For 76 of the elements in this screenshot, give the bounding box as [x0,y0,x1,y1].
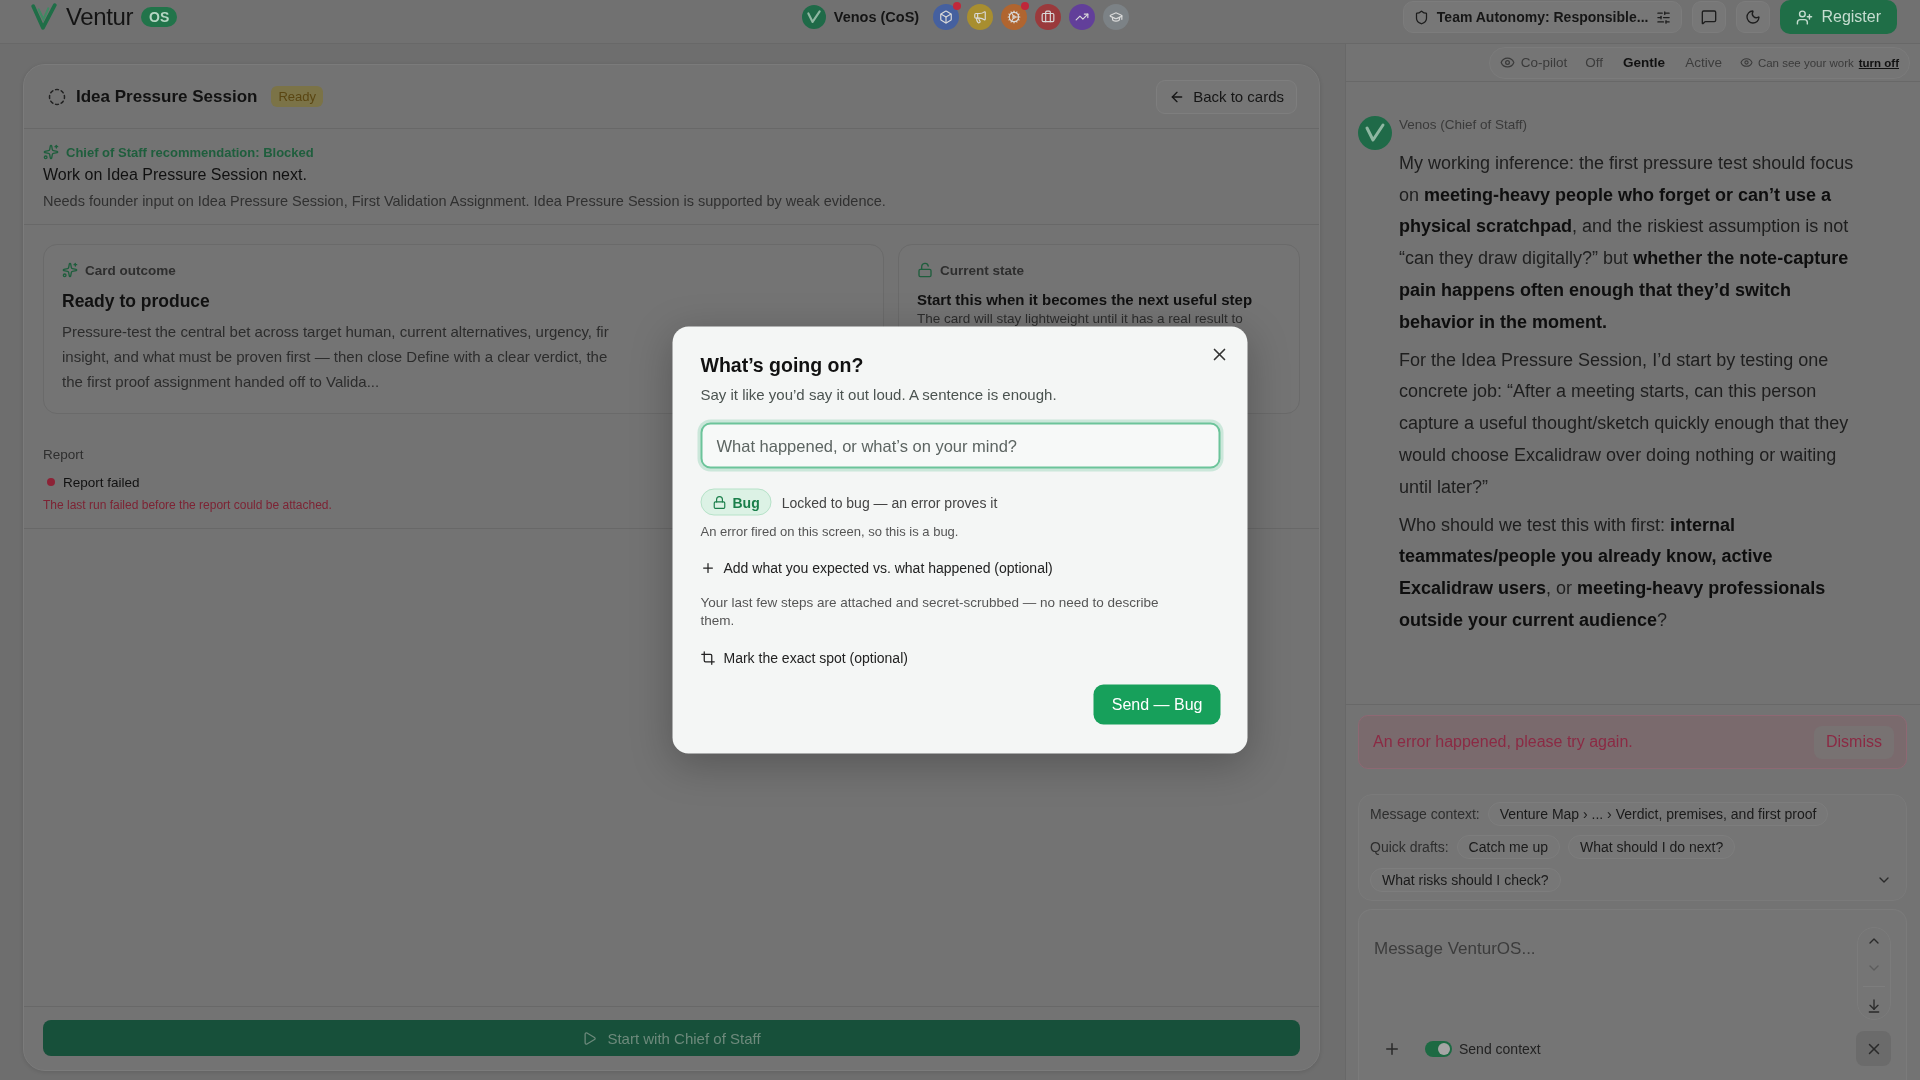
report-label: Report [43,446,84,464]
send-context-label: Send context [1459,1040,1541,1057]
moon-icon [1745,9,1762,25]
mode-tab[interactable]: Active [1675,55,1732,70]
message-paragraph: Who should we test this with first: internal teammates/people you already know, active Excalidraw users, or meeting-heavy professionals outside your current audience? [1399,513,1827,632]
theme-button[interactable] [1736,1,1771,33]
message-paragraph: For the Idea Pressure Session, I’d start by testing one concrete job: “After a meeting starts, can this person capture a useful thought/sketch quickly enough that they would choose Excalidraw over doing nothing or waiting until later?” [1399,348,1850,499]
dialog-subtitle: Say it like you’d say it out loud. A sentence is enough. [700,384,1057,405]
category-label: Bug [732,494,760,510]
close-button[interactable] [1856,1031,1891,1066]
report-error-message: The last run failed before the report could be attached. [43,497,332,513]
error-message: An error happened, please try again. [1373,733,1633,751]
copilot-label: Co-pilot [1520,55,1568,70]
context-label: Message context: [1370,806,1480,822]
unlocked-padlock-icon [917,262,933,278]
mode-tab[interactable]: Gentle [1613,55,1676,70]
feedback-button[interactable] [1692,1,1727,33]
description-field[interactable]: What happened, or what’s on your mind? [700,422,1221,469]
send-context-toggle[interactable] [1425,1040,1452,1057]
brand-badge: OS [141,7,178,27]
quick-draft-chip[interactable]: Catch me up [1456,835,1560,859]
sliders-icon [1656,9,1672,25]
back-button[interactable]: Back to cards [1156,79,1297,114]
sparkles-icon [62,262,78,278]
quick-draft-chip[interactable]: What risks should I check? [1370,868,1561,892]
team-autonomy-button[interactable]: Team Autonomy: Responsible... [1402,1,1683,33]
shield-icon [1413,9,1429,25]
padlock-icon [712,495,727,509]
panel-label: Current state [940,262,1025,278]
card-title: Idea Pressure Session [76,86,258,107]
category-note: Locked to bug — an error proves it [781,494,998,510]
quick-draft-chip[interactable]: What should I do next? [1567,835,1736,859]
panel-title: Start this when it becomes the next useful step [917,290,1253,310]
panel-title: Ready to produce [62,290,210,313]
mark-spot-button[interactable]: Mark the exact spot (optional) [700,648,908,667]
v-logo-icon [1358,116,1392,150]
quick-drafts-label: Quick drafts: [1370,839,1449,855]
turn-off-link[interactable]: turn off [1858,56,1899,69]
plus-icon [700,560,716,575]
user-plus-icon [1796,8,1814,26]
add-details-button[interactable]: Add what you expected vs. what happened (optional) [700,558,1053,577]
v-logo-icon [30,3,58,31]
mode-tab[interactable]: Off [1575,55,1614,70]
crop-icon [700,650,716,665]
megaphone-icon[interactable] [967,4,994,30]
report-status: Report failed [63,474,140,490]
play-icon [582,1030,598,1046]
panel-description: Pressure-test the central bet across target human, current alternatives, urgency, fir insight, and what must be proven first — then close Define with a clear verdict, the the first proof assignment handed off to Valida... [62,322,609,392]
attachment-note: Your last few steps are attached and secret-scrubbed — no need to describe them. [700,593,1160,630]
category-reason: An error fired on this screen, so this is a bug. [700,523,959,540]
panel-label: Card outcome [85,262,176,278]
sparkles-icon [43,144,59,160]
message-field[interactable]: Message VenturOS... [1373,927,1847,1031]
dialog-title: What’s going on? [700,352,864,377]
agent-switcher[interactable]: Venos (CoS) [797,5,924,29]
recommendation-headline: Work on Idea Pressure Session next. [43,165,307,185]
cog-icon[interactable] [1001,4,1028,30]
v-logo-icon [801,5,826,29]
download-icon[interactable] [1866,997,1882,1014]
eye-icon [1499,55,1515,70]
message-paragraph: My working inference: the first pressure test should focus on meeting-heavy people who forget or can’t use a physical scratchpad, and the riskiest assumption is not “can they draw digitally?” but whether the note-capture pain happens often enough that they’d switch behavior in the moment. [1399,152,1855,334]
register-button[interactable]: Register [1780,0,1897,34]
message-author: Venos (Chief of Staff) [1399,116,1528,134]
recommendation-label: Chief of Staff recommendation: Blocked [66,144,314,160]
graduation-cap-icon[interactable] [1103,4,1130,30]
chat-bubble-icon [1701,9,1718,25]
briefcase-icon[interactable] [1035,4,1062,30]
brand-name: Ventur [66,3,133,31]
panel-description: The card will stay lightweight until it has a real result to [917,311,1243,327]
recommendation-detail: Needs founder input on Idea Pressure Session, First Validation Assignment. Idea Pressure Session is supported by weak evidence. [43,192,886,210]
eye-icon [1739,56,1753,69]
message-composer[interactable]: Message VenturOS... Send context [1358,909,1907,1080]
cube-icon[interactable] [933,4,960,30]
send-button[interactable]: Send — Bug [1093,684,1221,725]
dashed-circle-icon [48,87,66,106]
context-chip[interactable]: Venture Map › ... › Verdict, premises, and first proof [1487,802,1829,826]
